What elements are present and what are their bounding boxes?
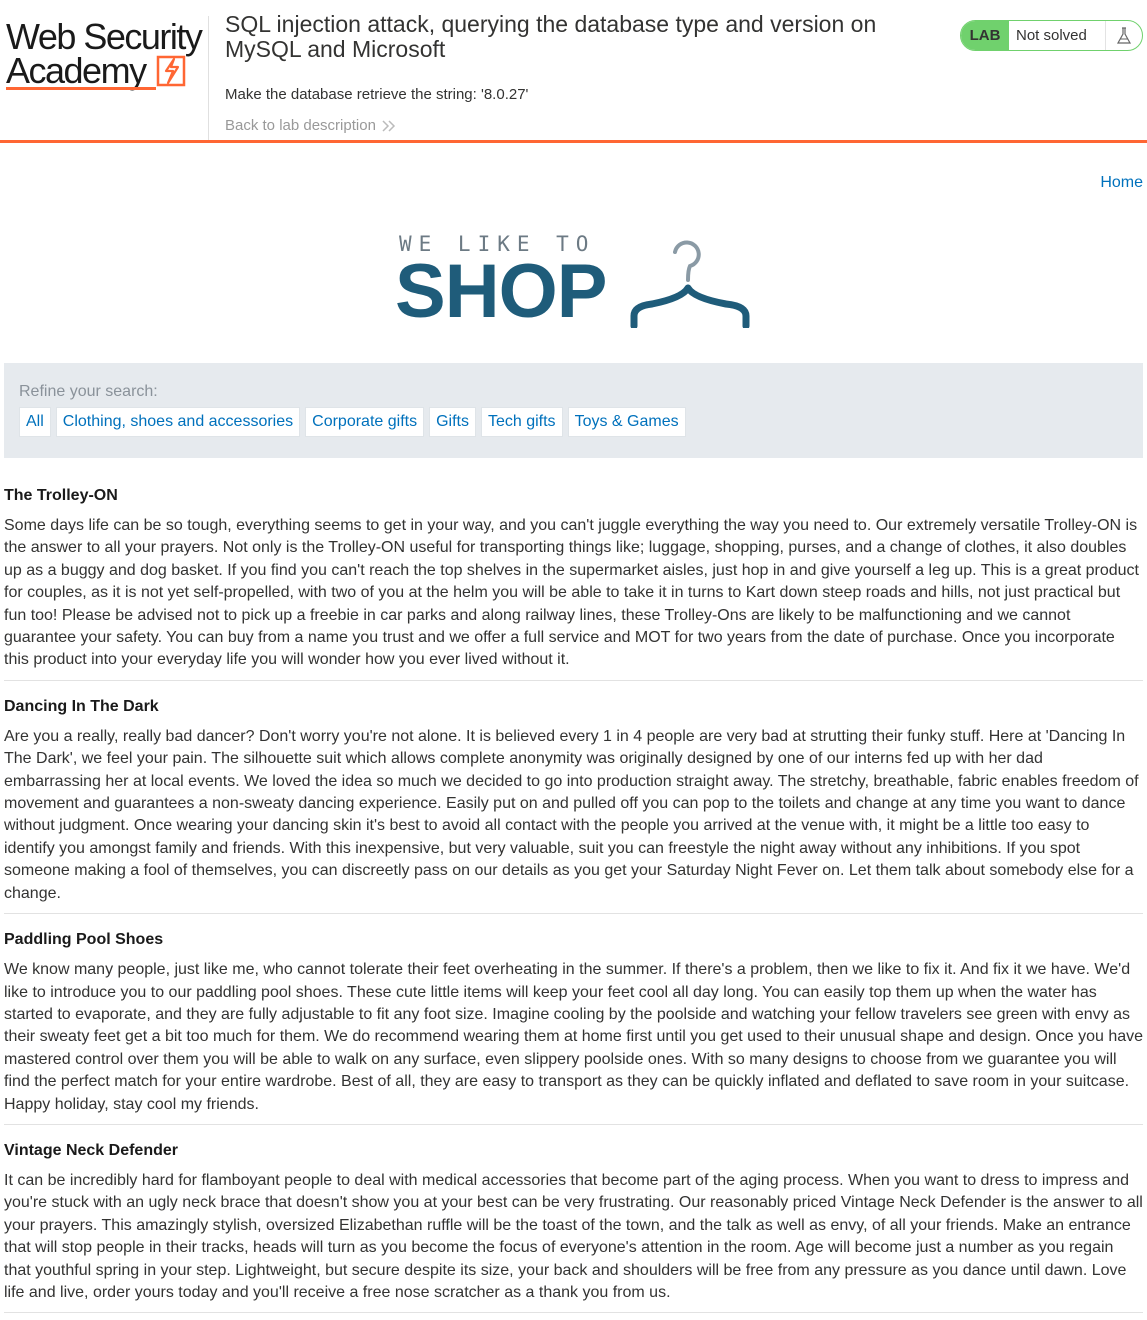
home-link[interactable]: Home xyxy=(1100,174,1143,192)
logo-line2: Academy xyxy=(6,50,147,91)
product-description: It can be incredibly hard for flamboyant… xyxy=(4,1171,1143,1301)
we-like-to-shop-logo: WE LIKE TO SHOP xyxy=(395,232,750,334)
product-item: Paddling Pool Shoes We know many people,… xyxy=(4,921,1143,1125)
product-description: We know many people, just like me, who c… xyxy=(4,961,1144,1113)
product-name: Dancing In The Dark xyxy=(4,697,159,715)
product-item: The Trolley-ON Some days life can be so … xyxy=(4,477,1143,681)
category-filter[interactable]: Tech gifts xyxy=(480,407,563,437)
product-item: Vintage Neck Defender It can be incredib… xyxy=(4,1132,1143,1314)
coat-hanger-icon xyxy=(630,240,750,328)
lab-status-widget: LAB Not solved xyxy=(960,20,1143,51)
back-to-lab-description-link[interactable]: Back to lab description xyxy=(225,117,396,134)
product-description: Are you a really, really bad dancer? Don… xyxy=(4,727,1139,902)
category-filter[interactable]: Clothing, shoes and accessories xyxy=(55,407,301,437)
product-description: Some days life can be so tough, everythi… xyxy=(4,517,1139,669)
logo-word: SHOP xyxy=(395,249,607,334)
web-security-academy-logo[interactable]: Web Security Academy xyxy=(6,16,206,96)
search-filters: Refine your search: All Clothing, shoes … xyxy=(4,363,1143,458)
double-chevron-right-icon xyxy=(382,119,395,132)
product-name: Vintage Neck Defender xyxy=(4,1141,178,1159)
product-name: Paddling Pool Shoes xyxy=(4,931,164,949)
lightning-bolt-icon xyxy=(156,55,186,87)
lab-state: Not solved xyxy=(1016,27,1087,44)
academy-header: Web Security Academy SQL injection attac… xyxy=(0,0,1147,143)
lab-title: SQL injection attack, querying the datab… xyxy=(225,11,877,62)
category-filter-list: All Clothing, shoes and accessories Corp… xyxy=(19,407,686,437)
product-item: Dancing In The Dark Are you a really, re… xyxy=(4,688,1143,915)
back-link-label: Back to lab description xyxy=(225,117,376,134)
header-divider xyxy=(208,16,209,140)
lab-badge: LAB xyxy=(961,21,1009,50)
category-filter[interactable]: Gifts xyxy=(429,407,476,437)
category-filter[interactable]: All xyxy=(19,407,51,437)
logo-underline xyxy=(6,87,156,90)
flask-icon xyxy=(1105,21,1142,50)
category-filter[interactable]: Corporate gifts xyxy=(305,407,425,437)
product-name: The Trolley-ON xyxy=(4,487,118,504)
category-filter[interactable]: Toys & Games xyxy=(567,407,686,437)
refine-label: Refine your search: xyxy=(19,383,158,400)
product-list: The Trolley-ON Some days life can be so … xyxy=(4,477,1143,1320)
lab-goal: Make the database retrieve the string: '… xyxy=(225,86,529,103)
